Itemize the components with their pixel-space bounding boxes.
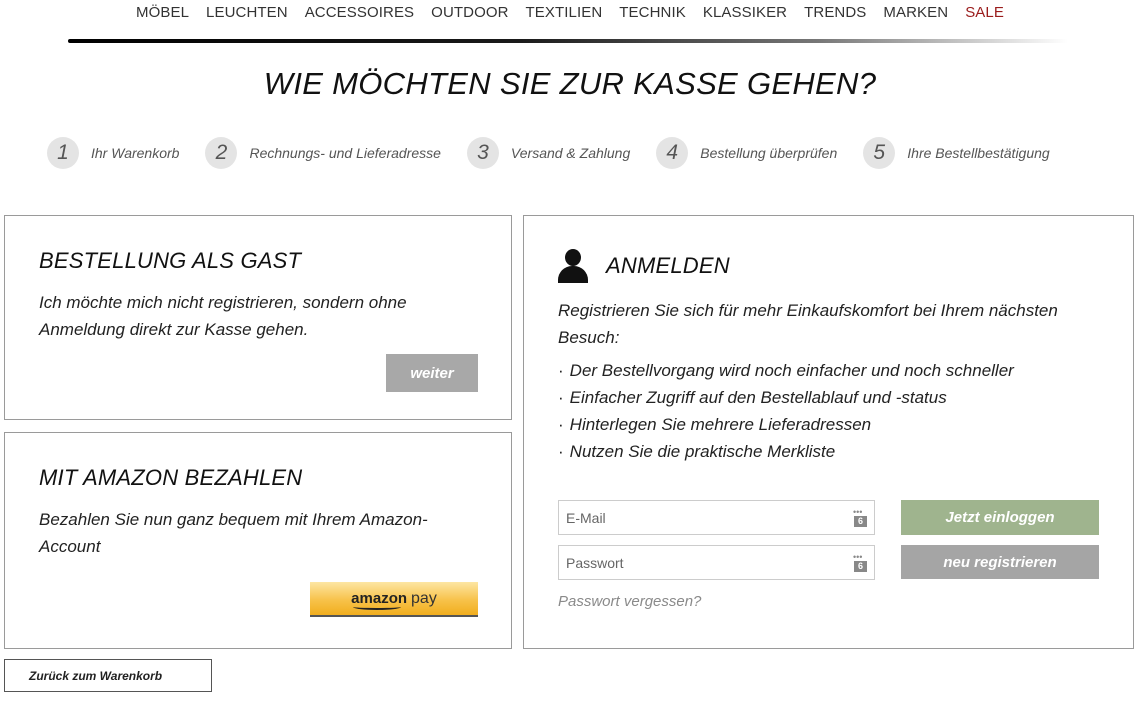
- password-field-wrapper: ••• 6: [558, 545, 875, 580]
- nav-item-textilien[interactable]: TEXTILIEN: [517, 4, 611, 21]
- checkout-steps: 1 Ihr Warenkorb 2 Rechnungs- und Liefera…: [47, 137, 1076, 169]
- password-manager-badge: 6: [854, 561, 867, 572]
- checkout-step-1: 1 Ihr Warenkorb: [47, 137, 179, 169]
- password-field[interactable]: [559, 546, 839, 579]
- login-header: ANMELDEN: [558, 249, 730, 283]
- register-button[interactable]: neu registrieren: [901, 545, 1099, 579]
- guest-continue-button[interactable]: weiter: [386, 354, 478, 392]
- list-item: Hinterlegen Sie mehrere Lieferadressen: [558, 411, 1014, 438]
- step-label: Rechnungs- und Lieferadresse: [249, 145, 441, 161]
- list-item: Der Bestellvorgang wird noch einfacher u…: [558, 357, 1014, 384]
- password-manager-icon[interactable]: ••• 6: [852, 553, 868, 572]
- nav-item-marken[interactable]: MARKEN: [875, 4, 957, 21]
- checkout-step-4: 4 Bestellung überprüfen: [656, 137, 837, 169]
- password-manager-icon[interactable]: ••• 6: [852, 508, 868, 527]
- email-field-wrapper: ••• 6: [558, 500, 875, 535]
- amazon-pay-word: pay: [411, 589, 437, 607]
- step-label: Ihr Warenkorb: [91, 145, 180, 161]
- person-icon: [558, 249, 588, 283]
- guest-checkout-panel: BESTELLUNG ALS GAST Ich möchte mich nich…: [4, 215, 512, 420]
- step-number: 2: [205, 137, 238, 169]
- login-button[interactable]: Jetzt einloggen: [901, 500, 1099, 535]
- step-label: Versand & Zahlung: [510, 145, 631, 161]
- nav-item-accessoires[interactable]: ACCESSOIRES: [296, 4, 422, 21]
- nav-item-technik[interactable]: TECHNIK: [611, 4, 695, 21]
- password-manager-badge: 6: [854, 516, 867, 527]
- forgot-password-link[interactable]: Passwort vergessen?: [558, 593, 701, 610]
- step-number: 1: [47, 137, 79, 169]
- step-label: Bestellung überprüfen: [700, 145, 838, 161]
- step-number: 3: [466, 137, 499, 169]
- list-item: Nutzen Sie die praktische Merkliste: [558, 438, 1014, 465]
- checkout-step-2: 2 Rechnungs- und Lieferadresse: [205, 137, 441, 169]
- page-title: WIE MÖCHTEN SIE ZUR KASSE GEHEN?: [263, 66, 877, 101]
- back-to-cart-button[interactable]: Zurück zum Warenkorb: [4, 659, 212, 692]
- nav-item-klassiker[interactable]: KLASSIKER: [694, 4, 795, 21]
- step-label: Ihre Bestellbestätigung: [907, 145, 1050, 161]
- nav-divider: [68, 39, 1068, 43]
- guest-checkout-text: Ich möchte mich nicht registrieren, sond…: [39, 293, 407, 339]
- checkout-step-5: 5 Ihre Bestellbestätigung: [863, 137, 1050, 169]
- checkout-step-3: 3 Versand & Zahlung: [466, 137, 631, 169]
- amazon-pay-text: Bezahlen Sie nun ganz bequem mit Ihrem A…: [39, 510, 428, 556]
- guest-checkout-title: BESTELLUNG ALS GAST: [39, 248, 302, 273]
- list-item: Einfacher Zugriff auf den Bestellablauf …: [558, 384, 1014, 411]
- amazon-logo: amazon: [351, 590, 408, 610]
- amazon-pay-button[interactable]: amazon pay: [310, 582, 478, 617]
- step-number: 5: [863, 137, 896, 169]
- login-panel: ANMELDEN Registrieren Sie sich für mehr …: [523, 215, 1134, 649]
- email-field[interactable]: [559, 501, 839, 534]
- login-title: ANMELDEN: [606, 253, 730, 278]
- nav-item-trends[interactable]: TRENDS: [796, 4, 875, 21]
- nav-item-sale[interactable]: SALE: [957, 4, 1013, 21]
- login-intro-text: Registrieren Sie sich für mehr Einkaufsk…: [558, 301, 1058, 347]
- amazon-pay-panel: MIT AMAZON BEZAHLEN Bezahlen Sie nun gan…: [4, 432, 512, 649]
- amazon-pay-title: MIT AMAZON BEZAHLEN: [39, 465, 303, 490]
- step-number: 4: [656, 137, 689, 169]
- nav-item-outdoor[interactable]: OUTDOOR: [423, 4, 517, 21]
- nav-item-moebel[interactable]: MÖBEL: [128, 4, 198, 21]
- main-navigation: MÖBEL LEUCHTEN ACCESSOIRES OUTDOOR TEXTI…: [0, 4, 1140, 21]
- login-benefits-list: Der Bestellvorgang wird noch einfacher u…: [558, 357, 1014, 465]
- nav-item-leuchten[interactable]: LEUCHTEN: [198, 4, 297, 21]
